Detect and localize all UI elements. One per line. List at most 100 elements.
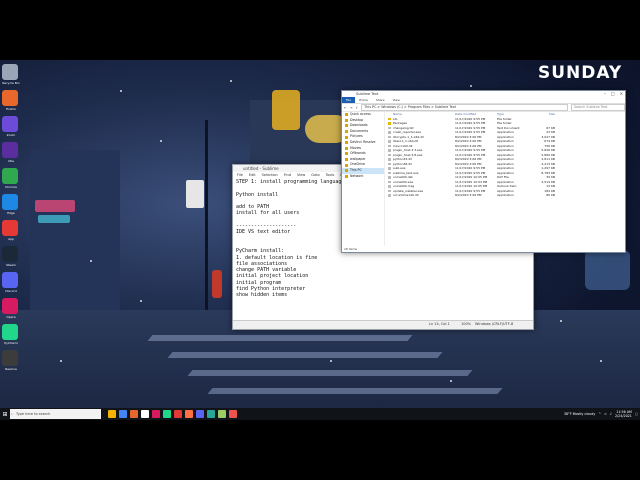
taskbar-app-icon[interactable] — [207, 410, 215, 418]
desktop-app-icon[interactable] — [2, 194, 18, 210]
taskbar-app-icon[interactable] — [152, 410, 160, 418]
desktop-app-icon[interactable] — [2, 324, 18, 340]
nav-item-label: Quick access — [350, 112, 371, 116]
neon-sign-pink — [35, 200, 75, 212]
up-arrow-icon[interactable]: ↑ — [356, 106, 359, 110]
desktop-app-icon[interactable] — [2, 272, 18, 288]
bench — [585, 250, 630, 290]
desktop-app-icon[interactable] — [2, 64, 18, 80]
menu-item[interactable]: Edit — [249, 172, 256, 178]
nav-item-label: This PC — [350, 167, 362, 172]
file-name: update_installer.exe — [393, 188, 424, 193]
crosswalk-stripe — [147, 335, 413, 341]
desktop-icon-label: Discord — [5, 289, 17, 293]
folder-icon — [345, 146, 348, 150]
crosswalk-stripe — [187, 370, 473, 376]
taskbar-app-icon[interactable] — [119, 410, 127, 418]
line-ending[interactable]: Windows (CRLF) — [475, 322, 503, 326]
desktop-app-icon[interactable] — [2, 246, 18, 262]
explorer-window[interactable]: Sublime Text – □ × File Home Share View ← →… — [341, 90, 626, 253]
nav-item[interactable]: Network — [342, 174, 384, 180]
file-icon — [388, 189, 391, 192]
taskbar-app-icon[interactable] — [141, 410, 149, 418]
taskbar-app-icon[interactable] — [108, 410, 116, 418]
close-icon[interactable]: × — [620, 91, 623, 97]
file-size: 86 KB — [546, 193, 555, 197]
chevron-up-icon[interactable]: ^ — [598, 412, 601, 416]
file-icon — [388, 158, 391, 161]
speed-limit-sign — [186, 180, 204, 208]
fire-hydrant — [212, 270, 222, 298]
forward-arrow-icon[interactable]: → — [350, 106, 353, 110]
ribbon-tab[interactable]: Share — [372, 97, 389, 103]
menu-item[interactable]: Find — [284, 172, 291, 178]
nav-item-label: Offbrands — [350, 151, 366, 156]
editor-line[interactable]: show hidden items — [236, 292, 533, 298]
desktop-app-icon[interactable] — [2, 116, 18, 132]
ribbon-tab[interactable]: Home — [355, 97, 372, 103]
weather-widget[interactable]: 38°F Mostly cloudy — [564, 412, 595, 416]
taskbar-app-icon[interactable] — [174, 410, 182, 418]
menu-item[interactable]: View — [297, 172, 305, 178]
explorer-ribbon: File Home Share View — [342, 97, 625, 104]
folder-icon — [345, 113, 348, 117]
desktop-app-icon[interactable] — [2, 142, 18, 158]
folder-icon — [388, 122, 391, 125]
desktop-app-icon[interactable] — [2, 220, 18, 236]
desktop-icon-label: Resolve — [5, 367, 17, 371]
neon-sign-motel — [38, 215, 70, 223]
file-icon — [388, 131, 391, 134]
explorer-titlebar[interactable]: Sublime Text – □ × — [342, 91, 625, 97]
menu-item[interactable]: File — [237, 172, 243, 178]
taskbar-search-placeholder: Type here to search — [16, 412, 51, 416]
desktop-icon-label: PyCharm — [4, 341, 18, 345]
desktop-app-icon[interactable] — [2, 90, 18, 106]
taskbar-app-icon[interactable] — [130, 410, 138, 418]
wifi-icon[interactable]: ≈ — [604, 412, 607, 416]
letterbox-top — [0, 0, 640, 60]
taskbar-app-icon[interactable] — [185, 410, 193, 418]
taskbar-search-input[interactable]: ⌕ Type here to search — [10, 409, 101, 419]
volume-icon[interactable]: ♪ — [610, 412, 612, 416]
nav-item-label: Movies — [350, 145, 362, 150]
ribbon-tab[interactable]: View — [389, 97, 404, 103]
notification-icon[interactable]: ▢ — [635, 412, 638, 416]
ribbon-tab[interactable]: File — [342, 97, 356, 103]
desktop-app-icon[interactable] — [2, 298, 18, 314]
taskbar-app-icon[interactable] — [229, 410, 237, 418]
desktop-icon-label: Steam — [6, 263, 16, 267]
file-name: crash_reporter.exe — [393, 130, 421, 134]
menu-item[interactable]: Tools — [326, 172, 335, 178]
desktop-app-icon[interactable] — [2, 350, 18, 366]
file-name: plugin_host-3.3.exe — [393, 148, 423, 152]
channel-logo: SUNDAY — [538, 63, 623, 83]
file-icon — [388, 126, 391, 129]
address-bar[interactable]: This PC > Windows (C:) > Program Files >… — [361, 104, 568, 111]
cursor-position: Ln 14, Col 1 — [429, 322, 450, 326]
nav-item-label: wallpaper — [350, 156, 366, 161]
file-icon — [388, 180, 391, 183]
taskbar-app-icon[interactable] — [196, 410, 204, 418]
street-lamp — [205, 120, 208, 330]
encoding[interactable]: UTF-8 — [503, 322, 513, 326]
back-arrow-icon[interactable]: ← — [344, 106, 347, 110]
explorer-search-input[interactable]: Search Sublime Text — [571, 104, 625, 111]
clock[interactable]: 11:56 AM 2/24/2021 — [615, 410, 632, 418]
menu-item[interactable]: Selection — [262, 172, 278, 178]
taskbar-app-icon[interactable] — [218, 410, 226, 418]
crosswalk-stripe — [167, 352, 443, 358]
file-icon — [388, 135, 391, 138]
file-name: libcrypto-1_1-x64.dll — [393, 134, 424, 139]
file-row[interactable]: vcruntime140.dll 8/2/2020 3:06 PM Applicat… — [387, 193, 625, 198]
nav-item-label: Desktop — [350, 117, 364, 122]
system-tray: 38°F Mostly cloudy ^ ≈ ♪ 11:56 AM 2/24/2… — [564, 408, 638, 420]
file-name: unins000.dat — [393, 175, 413, 179]
file-name: subl.exe — [393, 166, 406, 170]
windows-start-icon[interactable]: ⊞ — [0, 408, 10, 420]
desktop-app-icon[interactable] — [2, 168, 18, 184]
taskbar-app-icon[interactable] — [163, 410, 171, 418]
nav-item-label: Pictures — [350, 134, 363, 139]
maximize-icon[interactable]: □ — [611, 91, 615, 97]
menu-item[interactable]: Goto — [311, 172, 319, 178]
minimize-icon[interactable]: – — [604, 91, 606, 97]
